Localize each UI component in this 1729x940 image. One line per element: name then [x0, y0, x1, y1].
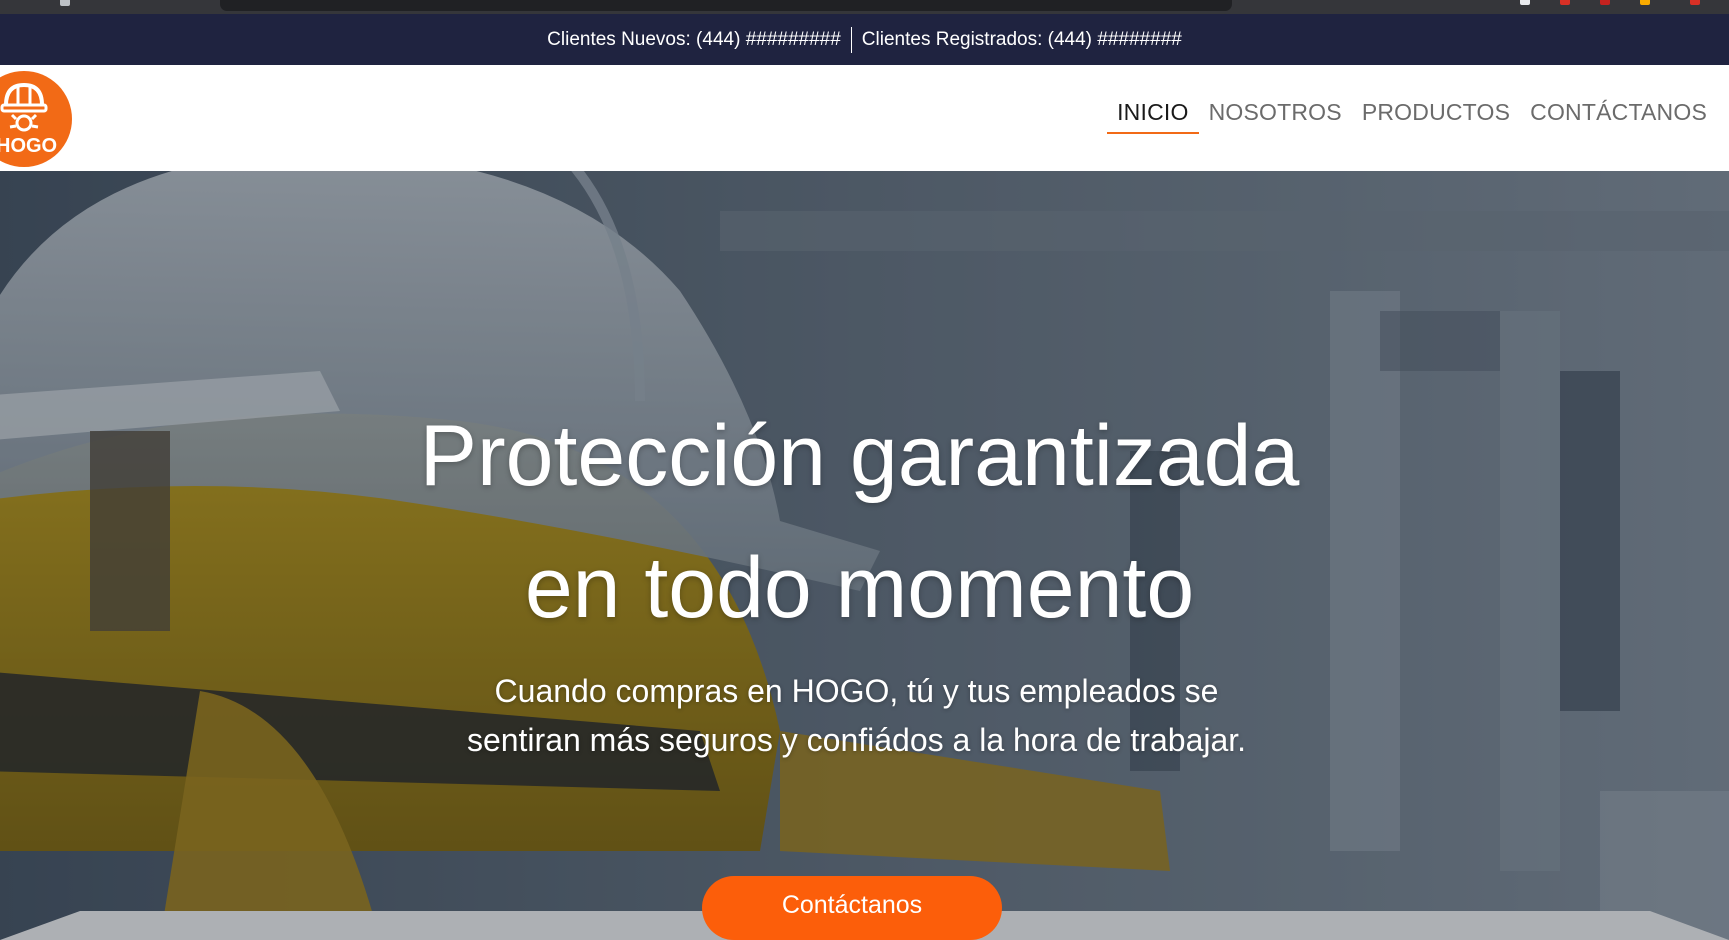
- hero-title-line1: Protección garantizada: [419, 408, 1300, 504]
- nav-item-inicio[interactable]: INICIO: [1107, 99, 1199, 134]
- contact-cta-button[interactable]: Contáctanos: [702, 876, 1002, 940]
- extension-icon[interactable]: [1600, 0, 1610, 5]
- browser-chrome: [0, 0, 1729, 14]
- logo-text: HOGO: [0, 135, 58, 157]
- tab-icon: [60, 0, 70, 6]
- address-bar[interactable]: [220, 0, 1232, 11]
- nav-item-contactanos[interactable]: CONTÁCTANOS: [1520, 99, 1717, 134]
- contact-topbar: Clientes Nuevos: (444) ######### Cliente…: [0, 14, 1729, 65]
- hard-hat-gear-icon: [0, 82, 48, 132]
- nav-item-productos[interactable]: PRODUCTOS: [1352, 99, 1520, 134]
- extension-icon[interactable]: [1690, 0, 1700, 5]
- extension-icon[interactable]: [1520, 0, 1530, 5]
- extension-icon[interactable]: [1560, 0, 1570, 5]
- registered-clients-phone: Clientes Registrados: (444) ########: [861, 28, 1182, 50]
- site-logo[interactable]: HOGO: [0, 71, 72, 167]
- hero-subtitle-line1: Cuando compras en HOGO, tú y tus emplead…: [494, 673, 1219, 709]
- hero-section: Protección garantizada en todo momento C…: [0, 171, 1729, 940]
- site-header: HOGO INICIO NOSOTROS PRODUCTOS CONTÁCTAN…: [0, 65, 1729, 171]
- new-clients-phone: Clientes Nuevos: (444) #########: [547, 28, 841, 50]
- extension-icon[interactable]: [1640, 0, 1650, 5]
- main-nav: INICIO NOSOTROS PRODUCTOS CONTÁCTANOS: [1107, 99, 1717, 134]
- hero-subtitle-line2: sentiran más seguros y confiádos a la ho…: [466, 722, 1247, 758]
- nav-item-nosotros[interactable]: NOSOTROS: [1199, 99, 1352, 134]
- hero-title-line2: en todo momento: [524, 540, 1195, 636]
